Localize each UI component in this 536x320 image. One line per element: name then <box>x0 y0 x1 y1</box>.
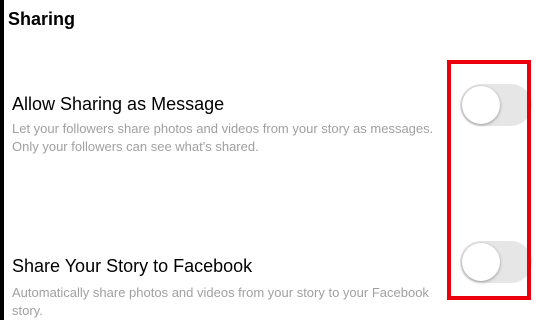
toggle-knob <box>462 243 500 281</box>
toggle-knob <box>462 86 500 124</box>
allow-sharing-as-message-description: Let your followers share photos and vide… <box>12 121 434 154</box>
section-header-sharing: Sharing <box>8 9 76 29</box>
sharing-settings-panel: Sharing Allow Sharing as Message Let you… <box>4 0 536 320</box>
allow-sharing-as-message-toggle[interactable] <box>460 84 532 126</box>
share-story-to-facebook-label: Share Your Story to Facebook <box>12 256 253 276</box>
share-story-to-facebook-toggle[interactable] <box>460 241 532 283</box>
allow-sharing-as-message-label: Allow Sharing as Message <box>12 94 225 114</box>
share-story-to-facebook-description: Automatically share photos and videos fr… <box>12 285 429 318</box>
